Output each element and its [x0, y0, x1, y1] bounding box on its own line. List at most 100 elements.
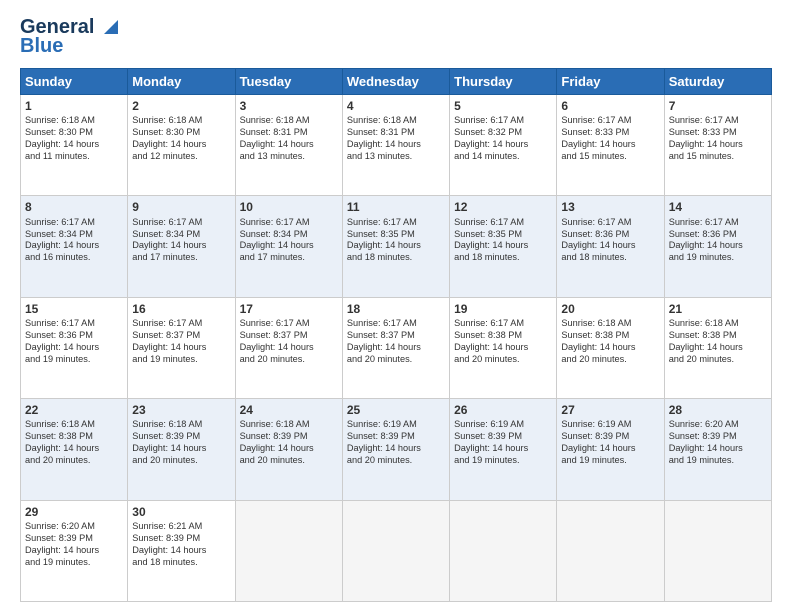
- logo-icon: [96, 16, 118, 38]
- day-cell: 9 Sunrise: 6:17 AMSunset: 8:34 PMDaylight…: [128, 196, 235, 297]
- day-number: 27: [561, 402, 659, 418]
- day-number: 15: [25, 301, 123, 317]
- week-row-4: 22Sunrise: 6:18 AMSunset: 8:38 PMDayligh…: [21, 399, 772, 500]
- day-cell: 23Sunrise: 6:18 AMSunset: 8:39 PMDayligh…: [128, 399, 235, 500]
- day-details: Sunrise: 6:19 AMSunset: 8:39 PMDaylight:…: [454, 419, 552, 467]
- day-details: Sunrise: 6:17 AMSunset: 8:34 PMDaylight:…: [25, 217, 123, 265]
- day-number: 4: [347, 98, 445, 114]
- day-cell: 1Sunrise: 6:18 AMSunset: 8:30 PMDaylight…: [21, 95, 128, 196]
- header: General Blue: [20, 16, 772, 58]
- day-number: 9: [132, 199, 230, 215]
- day-number: 24: [240, 402, 338, 418]
- day-cell: 29Sunrise: 6:20 AMSunset: 8:39 PMDayligh…: [21, 500, 128, 601]
- day-details: Sunrise: 6:17 AMSunset: 8:37 PMDaylight:…: [347, 318, 445, 366]
- page: General Blue SundayMondayTuesdayWednesda…: [0, 0, 792, 612]
- day-number: 14: [669, 199, 767, 215]
- day-cell: 24Sunrise: 6:18 AMSunset: 8:39 PMDayligh…: [235, 399, 342, 500]
- day-cell: [235, 500, 342, 601]
- col-header-wednesday: Wednesday: [342, 69, 449, 95]
- day-number: 19: [454, 301, 552, 317]
- day-cell: [342, 500, 449, 601]
- day-details: Sunrise: 6:20 AMSunset: 8:39 PMDaylight:…: [669, 419, 767, 467]
- day-number: 20: [561, 301, 659, 317]
- day-details: Sunrise: 6:18 AMSunset: 8:39 PMDaylight:…: [240, 419, 338, 467]
- day-cell: 14 Sunrise: 6:17 AMSunset: 8:36 PMDayligh…: [664, 196, 771, 297]
- day-cell: 25Sunrise: 6:19 AMSunset: 8:39 PMDayligh…: [342, 399, 449, 500]
- week-row-1: 1Sunrise: 6:18 AMSunset: 8:30 PMDaylight…: [21, 95, 772, 196]
- day-details: Sunrise: 6:18 AMSunset: 8:38 PMDaylight:…: [669, 318, 767, 366]
- day-number: 2: [132, 98, 230, 114]
- day-number: 8: [25, 199, 123, 215]
- day-details: Sunrise: 6:17 AMSunset: 8:35 PMDaylight:…: [347, 217, 445, 265]
- day-number: 25: [347, 402, 445, 418]
- day-number: 23: [132, 402, 230, 418]
- day-cell: 22Sunrise: 6:18 AMSunset: 8:38 PMDayligh…: [21, 399, 128, 500]
- day-details: Sunrise: 6:17 AMSunset: 8:33 PMDaylight:…: [561, 115, 659, 163]
- header-row: SundayMondayTuesdayWednesdayThursdayFrid…: [21, 69, 772, 95]
- week-row-3: 15Sunrise: 6:17 AMSunset: 8:36 PMDayligh…: [21, 297, 772, 398]
- day-details: Sunrise: 6:17 AMSunset: 8:36 PMDaylight:…: [669, 217, 767, 265]
- day-number: 30: [132, 504, 230, 520]
- day-details: Sunrise: 6:17 AMSunset: 8:34 PMDaylight:…: [132, 217, 230, 265]
- week-row-5: 29Sunrise: 6:20 AMSunset: 8:39 PMDayligh…: [21, 500, 772, 601]
- day-cell: 4Sunrise: 6:18 AMSunset: 8:31 PMDaylight…: [342, 95, 449, 196]
- logo-blue: Blue: [20, 35, 63, 58]
- col-header-friday: Friday: [557, 69, 664, 95]
- day-number: 10: [240, 199, 338, 215]
- day-cell: 2Sunrise: 6:18 AMSunset: 8:30 PMDaylight…: [128, 95, 235, 196]
- col-header-monday: Monday: [128, 69, 235, 95]
- day-cell: 30Sunrise: 6:21 AMSunset: 8:39 PMDayligh…: [128, 500, 235, 601]
- day-number: 7: [669, 98, 767, 114]
- day-cell: 19Sunrise: 6:17 AMSunset: 8:38 PMDayligh…: [450, 297, 557, 398]
- day-number: 13: [561, 199, 659, 215]
- day-cell: 8 Sunrise: 6:17 AMSunset: 8:34 PMDaylight…: [21, 196, 128, 297]
- day-cell: 18Sunrise: 6:17 AMSunset: 8:37 PMDayligh…: [342, 297, 449, 398]
- day-number: 11: [347, 199, 445, 215]
- day-details: Sunrise: 6:18 AMSunset: 8:31 PMDaylight:…: [347, 115, 445, 163]
- day-number: 29: [25, 504, 123, 520]
- day-cell: 11 Sunrise: 6:17 AMSunset: 8:35 PMDayligh…: [342, 196, 449, 297]
- day-details: Sunrise: 6:17 AMSunset: 8:32 PMDaylight:…: [454, 115, 552, 163]
- day-cell: 13Sunrise: 6:17 AMSunset: 8:36 PMDayligh…: [557, 196, 664, 297]
- day-number: 18: [347, 301, 445, 317]
- logo: General Blue: [20, 16, 118, 58]
- day-details: Sunrise: 6:18 AMSunset: 8:38 PMDaylight:…: [561, 318, 659, 366]
- day-details: Sunrise: 6:18 AMSunset: 8:31 PMDaylight:…: [240, 115, 338, 163]
- day-details: Sunrise: 6:17 AMSunset: 8:36 PMDaylight:…: [25, 318, 123, 366]
- day-cell: 6Sunrise: 6:17 AMSunset: 8:33 PMDaylight…: [557, 95, 664, 196]
- day-cell: 5Sunrise: 6:17 AMSunset: 8:32 PMDaylight…: [450, 95, 557, 196]
- day-cell: [664, 500, 771, 601]
- day-details: Sunrise: 6:21 AMSunset: 8:39 PMDaylight:…: [132, 521, 230, 569]
- day-details: Sunrise: 6:17 AMSunset: 8:38 PMDaylight:…: [454, 318, 552, 366]
- day-cell: 7Sunrise: 6:17 AMSunset: 8:33 PMDaylight…: [664, 95, 771, 196]
- day-details: Sunrise: 6:17 AMSunset: 8:35 PMDaylight:…: [454, 217, 552, 265]
- day-details: Sunrise: 6:18 AMSunset: 8:38 PMDaylight:…: [25, 419, 123, 467]
- day-number: 6: [561, 98, 659, 114]
- day-details: Sunrise: 6:18 AMSunset: 8:30 PMDaylight:…: [132, 115, 230, 163]
- day-cell: 20Sunrise: 6:18 AMSunset: 8:38 PMDayligh…: [557, 297, 664, 398]
- day-number: 21: [669, 301, 767, 317]
- day-details: Sunrise: 6:17 AMSunset: 8:37 PMDaylight:…: [240, 318, 338, 366]
- day-details: Sunrise: 6:18 AMSunset: 8:39 PMDaylight:…: [132, 419, 230, 467]
- col-header-thursday: Thursday: [450, 69, 557, 95]
- day-cell: 12Sunrise: 6:17 AMSunset: 8:35 PMDayligh…: [450, 196, 557, 297]
- day-details: Sunrise: 6:17 AMSunset: 8:34 PMDaylight:…: [240, 217, 338, 265]
- day-details: Sunrise: 6:19 AMSunset: 8:39 PMDaylight:…: [347, 419, 445, 467]
- day-cell: 15Sunrise: 6:17 AMSunset: 8:36 PMDayligh…: [21, 297, 128, 398]
- day-cell: 3Sunrise: 6:18 AMSunset: 8:31 PMDaylight…: [235, 95, 342, 196]
- day-details: Sunrise: 6:17 AMSunset: 8:37 PMDaylight:…: [132, 318, 230, 366]
- day-details: Sunrise: 6:18 AMSunset: 8:30 PMDaylight:…: [25, 115, 123, 163]
- day-number: 16: [132, 301, 230, 317]
- day-number: 1: [25, 98, 123, 114]
- day-cell: 27Sunrise: 6:19 AMSunset: 8:39 PMDayligh…: [557, 399, 664, 500]
- col-header-saturday: Saturday: [664, 69, 771, 95]
- week-row-2: 8 Sunrise: 6:17 AMSunset: 8:34 PMDaylight…: [21, 196, 772, 297]
- calendar-table: SundayMondayTuesdayWednesdayThursdayFrid…: [20, 68, 772, 602]
- day-details: Sunrise: 6:20 AMSunset: 8:39 PMDaylight:…: [25, 521, 123, 569]
- day-details: Sunrise: 6:17 AMSunset: 8:33 PMDaylight:…: [669, 115, 767, 163]
- day-cell: 28Sunrise: 6:20 AMSunset: 8:39 PMDayligh…: [664, 399, 771, 500]
- day-cell: 10 Sunrise: 6:17 AMSunset: 8:34 PMDayligh…: [235, 196, 342, 297]
- day-cell: 26Sunrise: 6:19 AMSunset: 8:39 PMDayligh…: [450, 399, 557, 500]
- day-cell: 21Sunrise: 6:18 AMSunset: 8:38 PMDayligh…: [664, 297, 771, 398]
- day-cell: 17Sunrise: 6:17 AMSunset: 8:37 PMDayligh…: [235, 297, 342, 398]
